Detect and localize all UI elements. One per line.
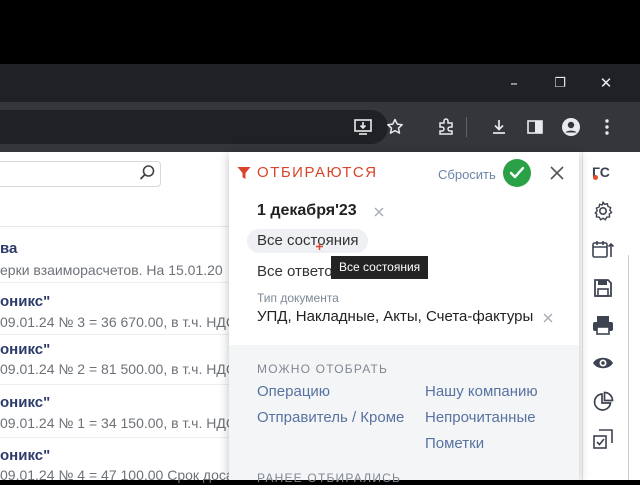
option-unread[interactable]: Непрочитанные	[425, 409, 536, 426]
view-eye-icon[interactable]	[590, 350, 616, 376]
list-item-subtitle: ерки взаиморасчетов. На 15.01.20	[0, 262, 223, 278]
list-item-subtitle: 09.01.24 № 4 = 47 100.00 Срок доса	[0, 467, 234, 483]
background-panel-edge	[628, 255, 640, 480]
filter-funnel-icon	[237, 165, 251, 179]
checklist-icon[interactable]	[590, 426, 616, 452]
option-sender[interactable]: Отправитель / Кроме	[257, 409, 404, 426]
notification-dot	[593, 175, 598, 180]
minimize-button[interactable]: –	[491, 64, 537, 102]
list-item-subtitle: 09.01.24 № 2 = 81 500.00, в т.ч. НДС	[0, 361, 236, 377]
states-filter-chip[interactable]: Все состояния	[247, 229, 369, 253]
list-divider	[0, 437, 232, 438]
settings-gear-icon[interactable]	[590, 198, 616, 224]
reset-button[interactable]: Сбросить	[438, 167, 496, 182]
clear-doc-type-icon[interactable]	[541, 311, 555, 325]
tooltip: Все состояния	[331, 256, 429, 279]
clear-date-icon[interactable]	[372, 205, 386, 219]
list-item-title[interactable]: оникс"	[0, 394, 50, 411]
doc-type-value[interactable]: УПД, Накладные, Акты, Счета-фактуры	[257, 308, 533, 325]
can-select-heading: МОЖНО ОТОБРАТЬ	[257, 362, 389, 376]
list-divider	[0, 384, 232, 385]
toolbar-divider	[466, 117, 467, 137]
list-item-subtitle: 09.01.24 № 1 = 34 150.00, в т.ч. НДС	[0, 415, 236, 431]
checkmark-icon	[509, 166, 525, 179]
pie-chart-icon[interactable]	[590, 389, 616, 415]
cursor-caret-icon	[316, 235, 323, 250]
filter-panel-title: ОТБИРАЮТСЯ	[257, 164, 378, 181]
answers-filter[interactable]: Все ответо	[257, 263, 333, 280]
maximize-button[interactable]: ❐	[537, 64, 583, 102]
list-header-divider	[0, 226, 232, 227]
downloads-icon[interactable]	[484, 112, 514, 142]
browser-menu-icon[interactable]	[592, 112, 622, 142]
list-item-title[interactable]: оникс"	[0, 293, 50, 310]
option-marks[interactable]: Пометки	[425, 435, 484, 452]
close-panel-button[interactable]	[546, 162, 568, 184]
save-disk-icon[interactable]	[590, 275, 616, 301]
address-bar[interactable]	[0, 110, 388, 144]
calendar-sort-icon[interactable]	[590, 237, 616, 263]
side-panel-icon[interactable]	[520, 112, 550, 142]
option-operation[interactable]: Операцию	[257, 383, 330, 400]
close-icon	[550, 166, 564, 180]
bookmark-star-icon[interactable]	[380, 112, 410, 142]
doc-type-label: Тип документа	[257, 291, 339, 305]
print-icon[interactable]	[590, 312, 616, 338]
option-our-company[interactable]: Нашу компанию	[425, 383, 538, 400]
list-divider	[0, 282, 232, 283]
extensions-puzzle-icon[interactable]	[431, 112, 461, 142]
profile-avatar-icon[interactable]	[556, 112, 586, 142]
list-item-title[interactable]: оникс"	[0, 447, 50, 464]
close-window-button[interactable]: ✕	[583, 64, 629, 102]
list-item-title[interactable]: ва	[0, 240, 17, 257]
install-app-icon[interactable]	[348, 112, 378, 142]
list-item-subtitle: 09.01.24 № 3 = 36 670.00, в т.ч. НДС	[0, 314, 236, 330]
apply-button[interactable]	[503, 159, 531, 187]
search-icon[interactable]	[137, 163, 157, 183]
list-divider	[0, 334, 232, 335]
previous-filters-heading: РАНЕЕ ОТБИРАЛИСЬ	[257, 471, 402, 485]
date-filter-value[interactable]: 1 декабря'23	[257, 202, 357, 220]
list-item-title[interactable]: оникс"	[0, 341, 50, 358]
